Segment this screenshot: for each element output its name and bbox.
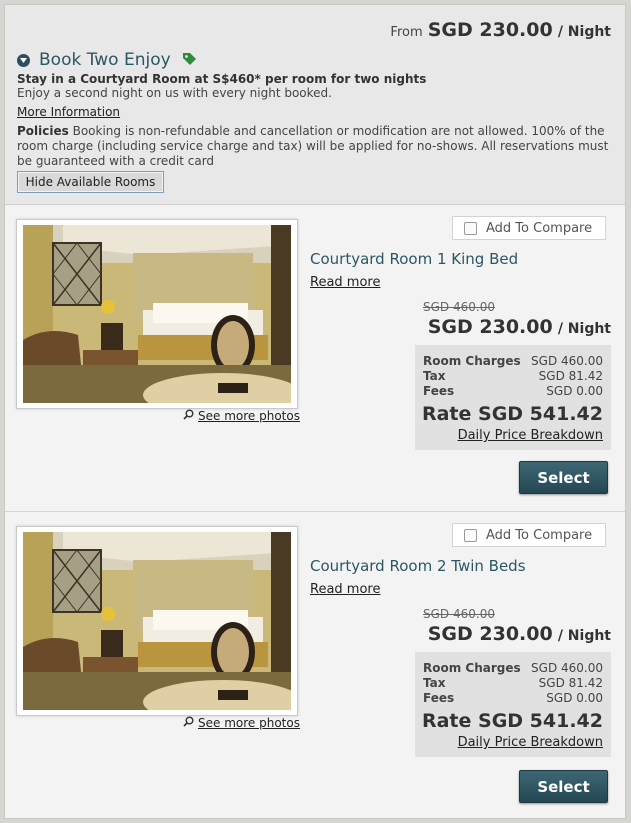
offer-subtitle: Stay in a Courtyard Room at S$460* per r… [17,72,427,86]
hide-available-rooms-button[interactable]: Hide Available Rooms [17,171,164,193]
room-card: See more photos Add To Compare Courtyard… [5,512,625,818]
tax-row: Tax SGD 81.42 [423,369,603,383]
policies-label: Policies [17,124,69,138]
original-price: SGD 460.00 [423,300,495,314]
offer-header: From SGD 230.00 / Night Book Two Enjoy S… [5,5,625,205]
fees-label: Fees [423,384,455,398]
room-name[interactable]: Courtyard Room 2 Twin Beds [310,557,526,575]
collapse-circle-icon[interactable] [17,53,30,67]
room-photo[interactable] [23,225,291,403]
room-photo[interactable] [23,532,291,710]
tax-row: Tax SGD 81.42 [423,676,603,690]
room-charges-row: Room Charges SGD 460.00 [423,354,603,368]
policies-text: Booking is non-refundable and cancellati… [17,124,609,168]
tax-value: SGD 81.42 [538,369,603,383]
current-price: SGD 230.00 / Night [428,316,611,338]
from-price: From SGD 230.00 / Night [390,19,611,41]
total-rate: Rate SGD 541.42 [421,403,603,425]
daily-price-breakdown-link[interactable]: Daily Price Breakdown [458,735,603,750]
total-rate: Rate SGD 541.42 [421,710,603,732]
fees-row: Fees SGD 0.00 [423,691,603,705]
select-button[interactable]: Select [519,461,608,494]
per-night-label: / Night [557,321,611,337]
room-charges-value: SGD 460.00 [531,661,603,675]
magnifier-icon [183,716,194,730]
magnifier-icon [183,409,194,423]
fees-label: Fees [423,691,455,705]
room-charges-label: Room Charges [423,661,521,675]
tax-label: Tax [423,369,446,383]
offer-description: Enjoy a second night on us with every ni… [17,86,332,100]
room-photo-frame[interactable] [16,219,298,409]
offer-title[interactable]: Book Two Enjoy [39,50,171,70]
per-night-label: / Night [557,24,611,40]
current-price: SGD 230.00 / Night [428,623,611,645]
add-to-compare-label[interactable]: Add To Compare [486,528,592,543]
original-price: SGD 460.00 [423,607,495,621]
price-breakdown: Room Charges SGD 460.00 Tax SGD 81.42 Fe… [415,345,611,450]
room-charges-value: SGD 460.00 [531,354,603,368]
fees-value: SGD 0.00 [546,691,603,705]
fees-value: SGD 0.00 [546,384,603,398]
tax-label: Tax [423,676,446,690]
offer-title-row[interactable]: Book Two Enjoy [17,50,611,70]
add-to-compare-label[interactable]: Add To Compare [486,221,592,236]
see-more-photos-label[interactable]: See more photos [198,409,300,423]
tag-icon [182,51,197,70]
room-name[interactable]: Courtyard Room 1 King Bed [310,250,518,268]
add-to-compare[interactable]: Add To Compare [452,523,606,547]
room-photo-frame[interactable] [16,526,298,716]
daily-price-breakdown-link[interactable]: Daily Price Breakdown [458,428,603,443]
offer-details: Book Two Enjoy Stay in a Courtyard Room … [17,50,611,169]
room-charges-label: Room Charges [423,354,521,368]
from-price-value: SGD 230.00 [427,19,553,41]
room-charges-row: Room Charges SGD 460.00 [423,661,603,675]
price-breakdown: Room Charges SGD 460.00 Tax SGD 81.42 Fe… [415,652,611,757]
select-button[interactable]: Select [519,770,608,803]
see-more-photos-link[interactable]: See more photos [183,716,300,730]
compare-checkbox[interactable] [464,221,477,235]
fees-row: Fees SGD 0.00 [423,384,603,398]
current-price-value: SGD 230.00 [427,316,553,338]
current-price-value: SGD 230.00 [427,623,553,645]
tax-value: SGD 81.42 [538,676,603,690]
more-information-link[interactable]: More Information [17,105,120,119]
from-label: From [390,25,423,40]
read-more-link[interactable]: Read more [310,582,380,597]
add-to-compare[interactable]: Add To Compare [452,216,606,240]
see-more-photos-link[interactable]: See more photos [183,409,300,423]
see-more-photos-label[interactable]: See more photos [198,716,300,730]
compare-checkbox[interactable] [464,528,477,542]
room-card: See more photos Add To Compare Courtyard… [5,205,625,512]
rate-plan-panel: From SGD 230.00 / Night Book Two Enjoy S… [4,4,626,819]
policies: Policies Booking is non-refundable and c… [17,124,611,169]
per-night-label: / Night [557,628,611,644]
read-more-link[interactable]: Read more [310,275,380,290]
